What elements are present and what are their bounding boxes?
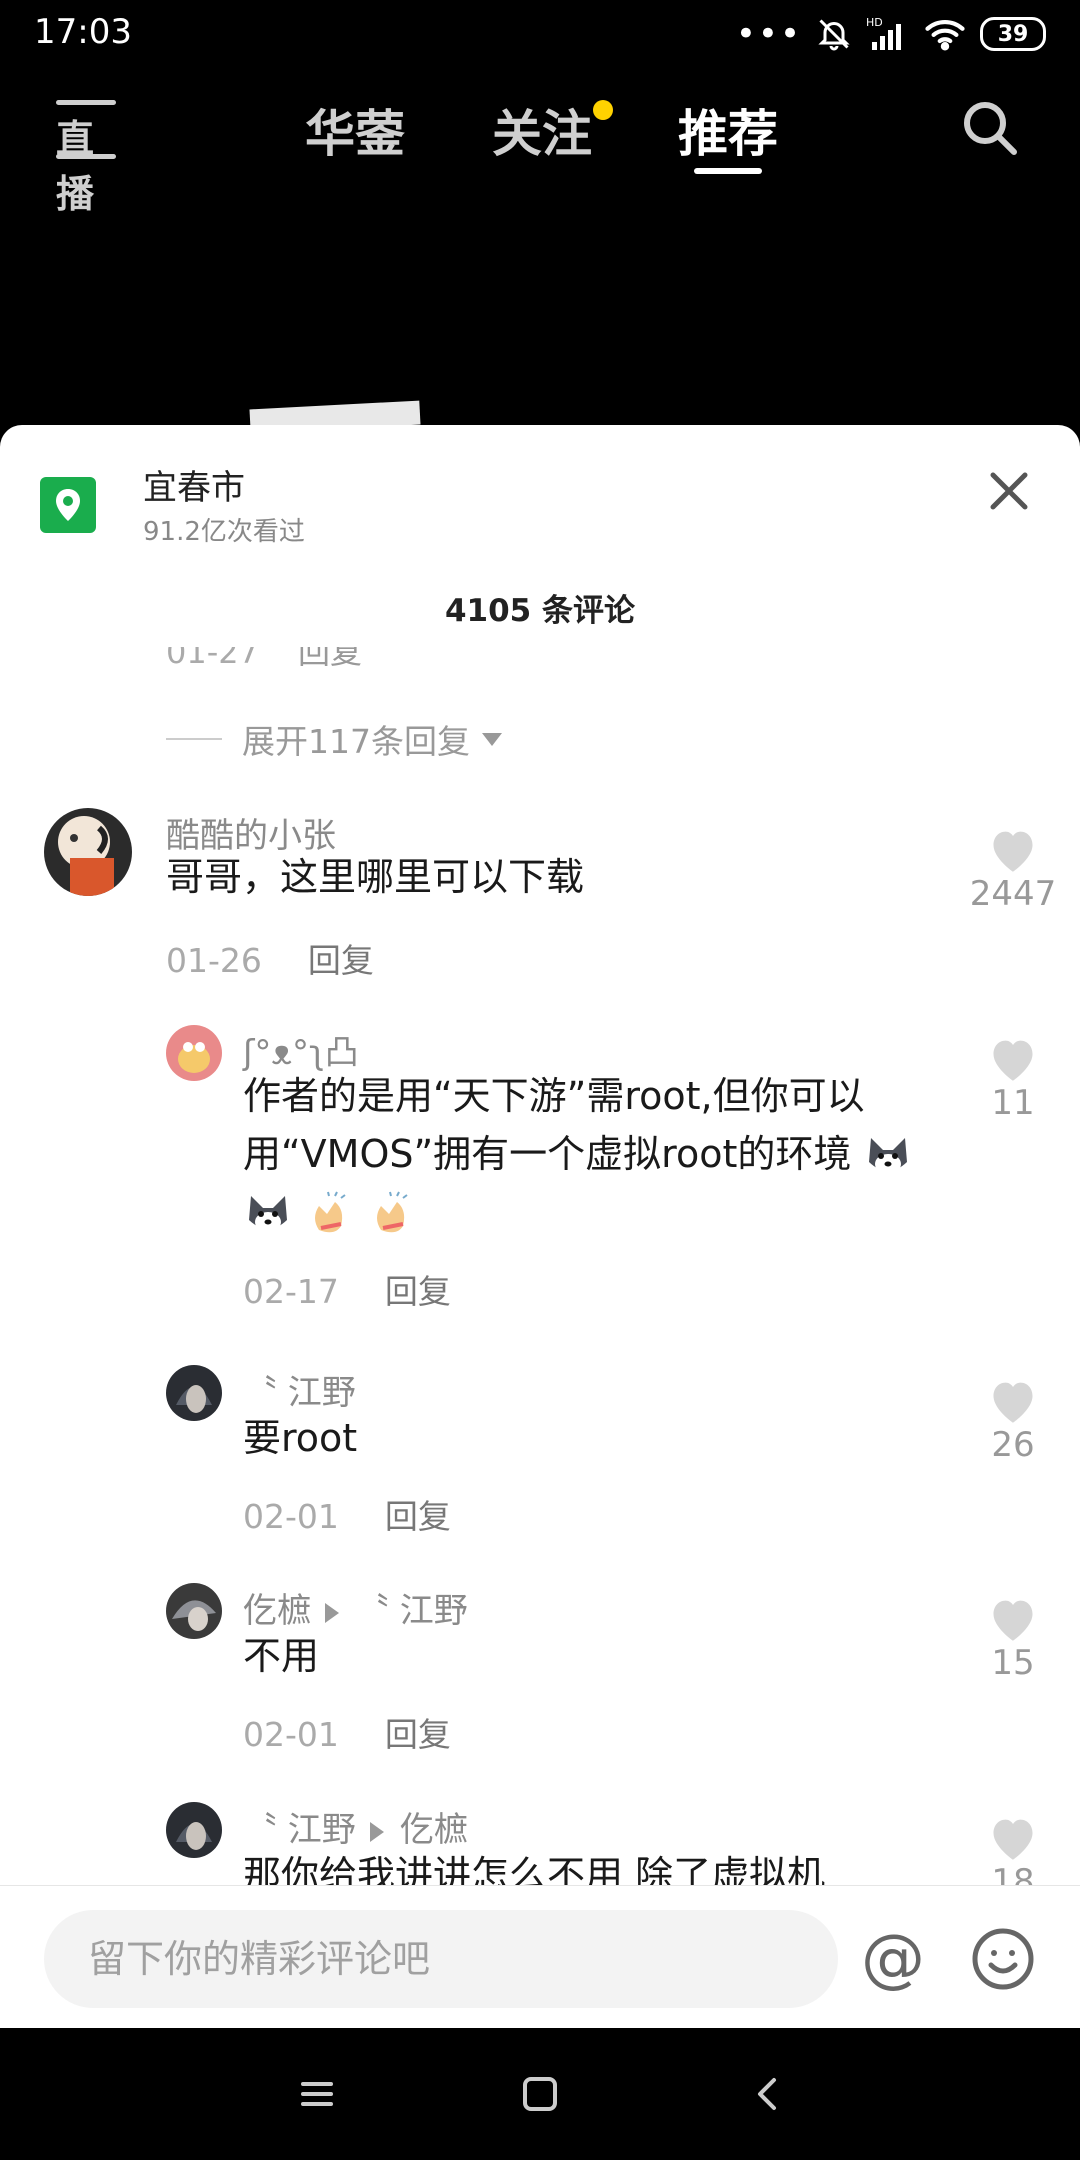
hd-label: HD bbox=[866, 16, 883, 29]
like-count: 15 bbox=[991, 1643, 1035, 1683]
reply-author[interactable]: 仡樜 bbox=[243, 1591, 311, 1631]
mention-at-icon[interactable]: @ bbox=[860, 1926, 926, 1992]
bell-muted-icon bbox=[818, 19, 850, 51]
comment-date: 01-26 bbox=[166, 941, 262, 980]
reply-button[interactable]: 回复 bbox=[385, 1715, 451, 1754]
tab-recommended[interactable]: 推荐 bbox=[678, 94, 778, 174]
reply-username[interactable]: 〝 江野 bbox=[243, 1365, 356, 1414]
live-button[interactable]: 直播 bbox=[56, 94, 116, 216]
reply-date: 02-17 bbox=[243, 1272, 339, 1311]
like-button[interactable]: 26 bbox=[963, 1377, 1063, 1465]
comment-input[interactable] bbox=[44, 1910, 838, 2008]
husky-emoji bbox=[869, 1137, 908, 1174]
tab-recommended-label: 推荐 bbox=[678, 105, 778, 163]
tab-huaying[interactable]: 华蓥 bbox=[305, 94, 405, 166]
comment-meta: 01-26 回复 bbox=[166, 934, 374, 982]
clap-emoji bbox=[377, 1191, 408, 1232]
location-name[interactable]: 宜春市 bbox=[143, 460, 245, 509]
heart-icon bbox=[993, 1600, 1033, 1641]
like-button[interactable]: 15 bbox=[963, 1595, 1063, 1683]
active-tab-underline bbox=[694, 168, 762, 174]
close-icon[interactable] bbox=[985, 467, 1033, 515]
reply-text-line2-body: 用“VMOS”拥有一个虚拟root的环境 bbox=[243, 1132, 852, 1176]
tab-huaying-label: 华蓥 bbox=[305, 105, 405, 163]
wifi-icon bbox=[925, 20, 965, 51]
notification-dot bbox=[593, 100, 613, 120]
reply-text-line1: 作者的是用“天下游”需root,但你可以 bbox=[243, 1074, 865, 1118]
avatar[interactable] bbox=[166, 1365, 222, 1421]
reply-to-user[interactable]: 〝 江野 bbox=[355, 1591, 468, 1631]
reply-text-line2: 用“VMOS”拥有一个虚拟root的环境 bbox=[243, 1125, 913, 1183]
comment-count: 4105 条评论 bbox=[444, 593, 636, 629]
signal-icon: HD bbox=[866, 16, 901, 50]
reply-username: 〝 江野 仡樜 bbox=[243, 1802, 468, 1851]
reply-text: 不用 bbox=[243, 1634, 320, 1678]
reply-to-arrow-icon bbox=[369, 1821, 384, 1842]
husky-emoji bbox=[249, 1195, 287, 1232]
home-icon[interactable] bbox=[520, 2074, 560, 2114]
menu-icon[interactable] bbox=[297, 2074, 337, 2114]
like-count: 26 bbox=[991, 1425, 1035, 1465]
heart-icon bbox=[993, 831, 1033, 872]
avatar[interactable] bbox=[44, 808, 132, 896]
reply-meta: 02-01 回复 bbox=[243, 1708, 451, 1756]
reply-to-arrow-icon bbox=[325, 1602, 339, 1623]
expand-replies-label: 展开117条回复 bbox=[242, 722, 470, 761]
reply-username: 仡樜 〝 江野 bbox=[243, 1583, 468, 1632]
reply-button[interactable]: 回复 bbox=[308, 941, 374, 980]
comment-sheet: 宜春市 91.2亿次看过 4105 条评论 01-27 回复 展开117条回复 … bbox=[0, 425, 1080, 2028]
back-icon[interactable] bbox=[748, 2074, 788, 2114]
reply-meta: 02-01 回复 bbox=[243, 1490, 451, 1538]
reply-date: 02-01 bbox=[243, 1497, 339, 1536]
expand-replies-button[interactable]: 展开117条回复 bbox=[166, 715, 502, 763]
tab-following-label: 关注 bbox=[492, 105, 592, 163]
emoji-icon[interactable] bbox=[970, 1926, 1036, 1992]
like-button[interactable]: 2447 bbox=[963, 826, 1063, 914]
tab-following[interactable]: 关注 bbox=[492, 94, 592, 166]
avatar[interactable] bbox=[166, 1025, 222, 1081]
like-button[interactable]: 11 bbox=[963, 1035, 1063, 1123]
chevron-down-icon bbox=[482, 732, 502, 746]
top-navigation: 直播 华蓥 关注 推荐 bbox=[0, 70, 1080, 216]
more-dots-icon: ••• bbox=[735, 14, 802, 54]
comment-input-bar: @ bbox=[0, 1885, 1080, 2029]
reply-text: 要root bbox=[243, 1416, 358, 1460]
heart-icon bbox=[993, 1040, 1033, 1081]
reply-meta: 02-17 回复 bbox=[243, 1265, 451, 1313]
expand-divider bbox=[166, 738, 222, 740]
live-icon-bottom-bar bbox=[56, 154, 116, 159]
reply-to-user[interactable]: 仡樜 bbox=[400, 1810, 468, 1850]
live-label: 直播 bbox=[56, 117, 95, 216]
status-bar: 17:03 ••• HD 39 bbox=[0, 0, 1080, 70]
heart-icon bbox=[993, 1382, 1033, 1423]
location-pin-icon bbox=[40, 477, 96, 533]
live-icon-top-bar bbox=[56, 100, 116, 105]
previous-comment-date: 01-27 bbox=[166, 647, 259, 671]
avatar[interactable] bbox=[166, 1802, 222, 1858]
heart-icon bbox=[993, 1819, 1033, 1860]
reply-button[interactable]: 回复 bbox=[385, 1497, 451, 1536]
like-count: 2447 bbox=[969, 874, 1057, 914]
comment-text: 哥哥，这里哪里可以下载 bbox=[166, 855, 585, 899]
location-views: 91.2亿次看过 bbox=[143, 517, 305, 547]
battery-indicator: 39 bbox=[980, 17, 1046, 51]
clap-emoji bbox=[315, 1191, 346, 1232]
search-icon[interactable] bbox=[960, 98, 1020, 158]
reply-emoji-line bbox=[243, 1183, 417, 1241]
like-count: 11 bbox=[991, 1083, 1035, 1123]
status-time: 17:03 bbox=[34, 12, 132, 52]
previous-reply-button[interactable]: 回复 bbox=[298, 647, 362, 675]
reply-date: 02-01 bbox=[243, 1715, 339, 1754]
reply-author[interactable]: 〝 江野 bbox=[243, 1810, 356, 1850]
system-navigation-bar bbox=[0, 2028, 1080, 2160]
avatar[interactable] bbox=[166, 1583, 222, 1639]
reply-button[interactable]: 回复 bbox=[385, 1272, 451, 1311]
